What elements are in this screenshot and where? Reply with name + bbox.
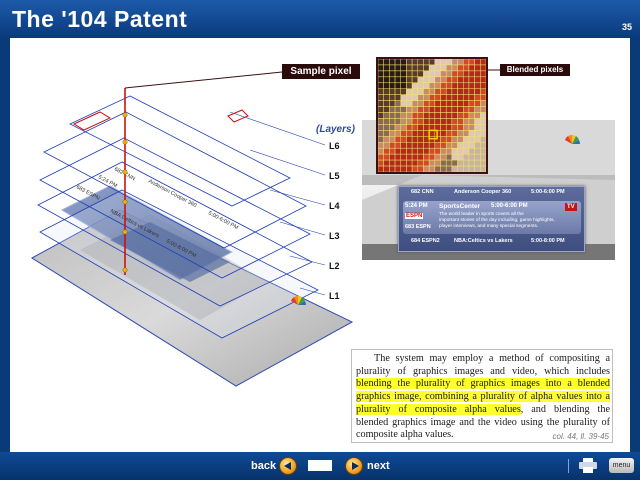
- quote-line: blended graphics image and the video usi…: [356, 417, 610, 430]
- layer-label-l4: L4: [329, 201, 340, 211]
- guide-selected-channel: 683 ESPN: [405, 224, 431, 230]
- layer-label-l1: L1: [329, 291, 340, 301]
- guide-selected-time: 5:00-6:00 PM: [491, 203, 528, 209]
- quote-line: plurality of composite alpha values, and…: [356, 403, 610, 417]
- layer-label-l2: L2: [329, 261, 340, 271]
- next-arrow-icon[interactable]: [345, 457, 363, 475]
- guide-selected-row: 5:24 PM ESPN 683 ESPN SportsCenter 5:00-…: [403, 201, 581, 234]
- guide-row: 682 CNN Anderson Cooper 360 5:00-6:00 PM: [399, 189, 584, 200]
- quote-text: plurality of graphics images and video, …: [356, 365, 610, 377]
- tv-badge-icon: TV: [565, 203, 577, 211]
- guide-row-time: 5:00-8:00 PM: [531, 238, 565, 244]
- quote-text: blended graphics image and the video usi…: [356, 416, 610, 428]
- guide-row-program: Anderson Cooper 360: [454, 189, 512, 195]
- page-field[interactable]: [308, 460, 332, 471]
- guide-clock: 5:24 PM: [405, 203, 428, 209]
- layer-label-l6: L6: [329, 141, 340, 151]
- patent-citation: col. 44, ll. 39-45: [552, 432, 609, 441]
- blended-pixels-callout: Blended pixels: [500, 64, 570, 76]
- quote-text: , and blending the: [520, 403, 610, 415]
- pixel-grid: [378, 59, 486, 172]
- footer-bar: back next menu: [0, 452, 640, 480]
- layer-label-l3: L3: [329, 231, 340, 241]
- tv-guide-overlay: 682 CNN Anderson Cooper 360 5:00-6:00 PM…: [398, 186, 585, 252]
- sample-pixel-callout: Sample pixel: [282, 64, 360, 79]
- footer-divider: [568, 459, 569, 473]
- guide-description-line: player interviews, and many special segm…: [439, 224, 539, 229]
- highlighted-text: blending the plurality of graphics image…: [356, 378, 610, 390]
- quote-line: graphics image, combining a plurality of…: [356, 391, 610, 404]
- guide-description-line: The world leader in sports covers all th…: [439, 212, 524, 217]
- zoomed-pixel-grid: [376, 57, 488, 174]
- guide-description-line: important stories of the day including, …: [439, 218, 555, 223]
- quote-text: composite alpha values.: [356, 429, 454, 441]
- highlighted-text: plurality of composite alpha values: [356, 403, 521, 415]
- quote-line: plurality of graphics images and video, …: [356, 366, 610, 379]
- guide-row-channel: 684 ESPN2: [411, 238, 440, 244]
- quote-text: The system may employ a method of compos…: [374, 353, 610, 364]
- quote-line: The system may employ a method of compos…: [374, 353, 610, 366]
- guide-row: 684 ESPN2 NBA:Celtics vs Lakers 5:00-8:0…: [399, 238, 584, 249]
- printer-icon[interactable]: [578, 458, 598, 473]
- highlighted-text: graphics image, combining a plurality of…: [356, 391, 610, 403]
- next-label[interactable]: next: [367, 460, 390, 472]
- menu-button[interactable]: menu: [609, 458, 634, 473]
- back-arrow-icon[interactable]: [279, 457, 297, 475]
- espn-logo-icon: ESPN: [405, 213, 424, 219]
- layer-logo-markers: [72, 109, 249, 131]
- layer-label-l5: L5: [329, 171, 340, 181]
- patent-quote-box: The system may employ a method of compos…: [351, 349, 613, 443]
- guide-selected-program: SportsCenter: [439, 203, 481, 210]
- guide-row-time: 5:00-6:00 PM: [531, 189, 565, 195]
- back-label[interactable]: back: [251, 460, 276, 472]
- svg-text:Anderson Cooper 360: Anderson Cooper 360: [147, 178, 197, 209]
- layers-title: (Layers): [316, 124, 355, 135]
- quote-line: blending the plurality of graphics image…: [356, 378, 610, 391]
- guide-row-channel: 682 CNN: [411, 189, 434, 195]
- guide-row-program: NBA:Celtics vs Lakers: [454, 238, 513, 244]
